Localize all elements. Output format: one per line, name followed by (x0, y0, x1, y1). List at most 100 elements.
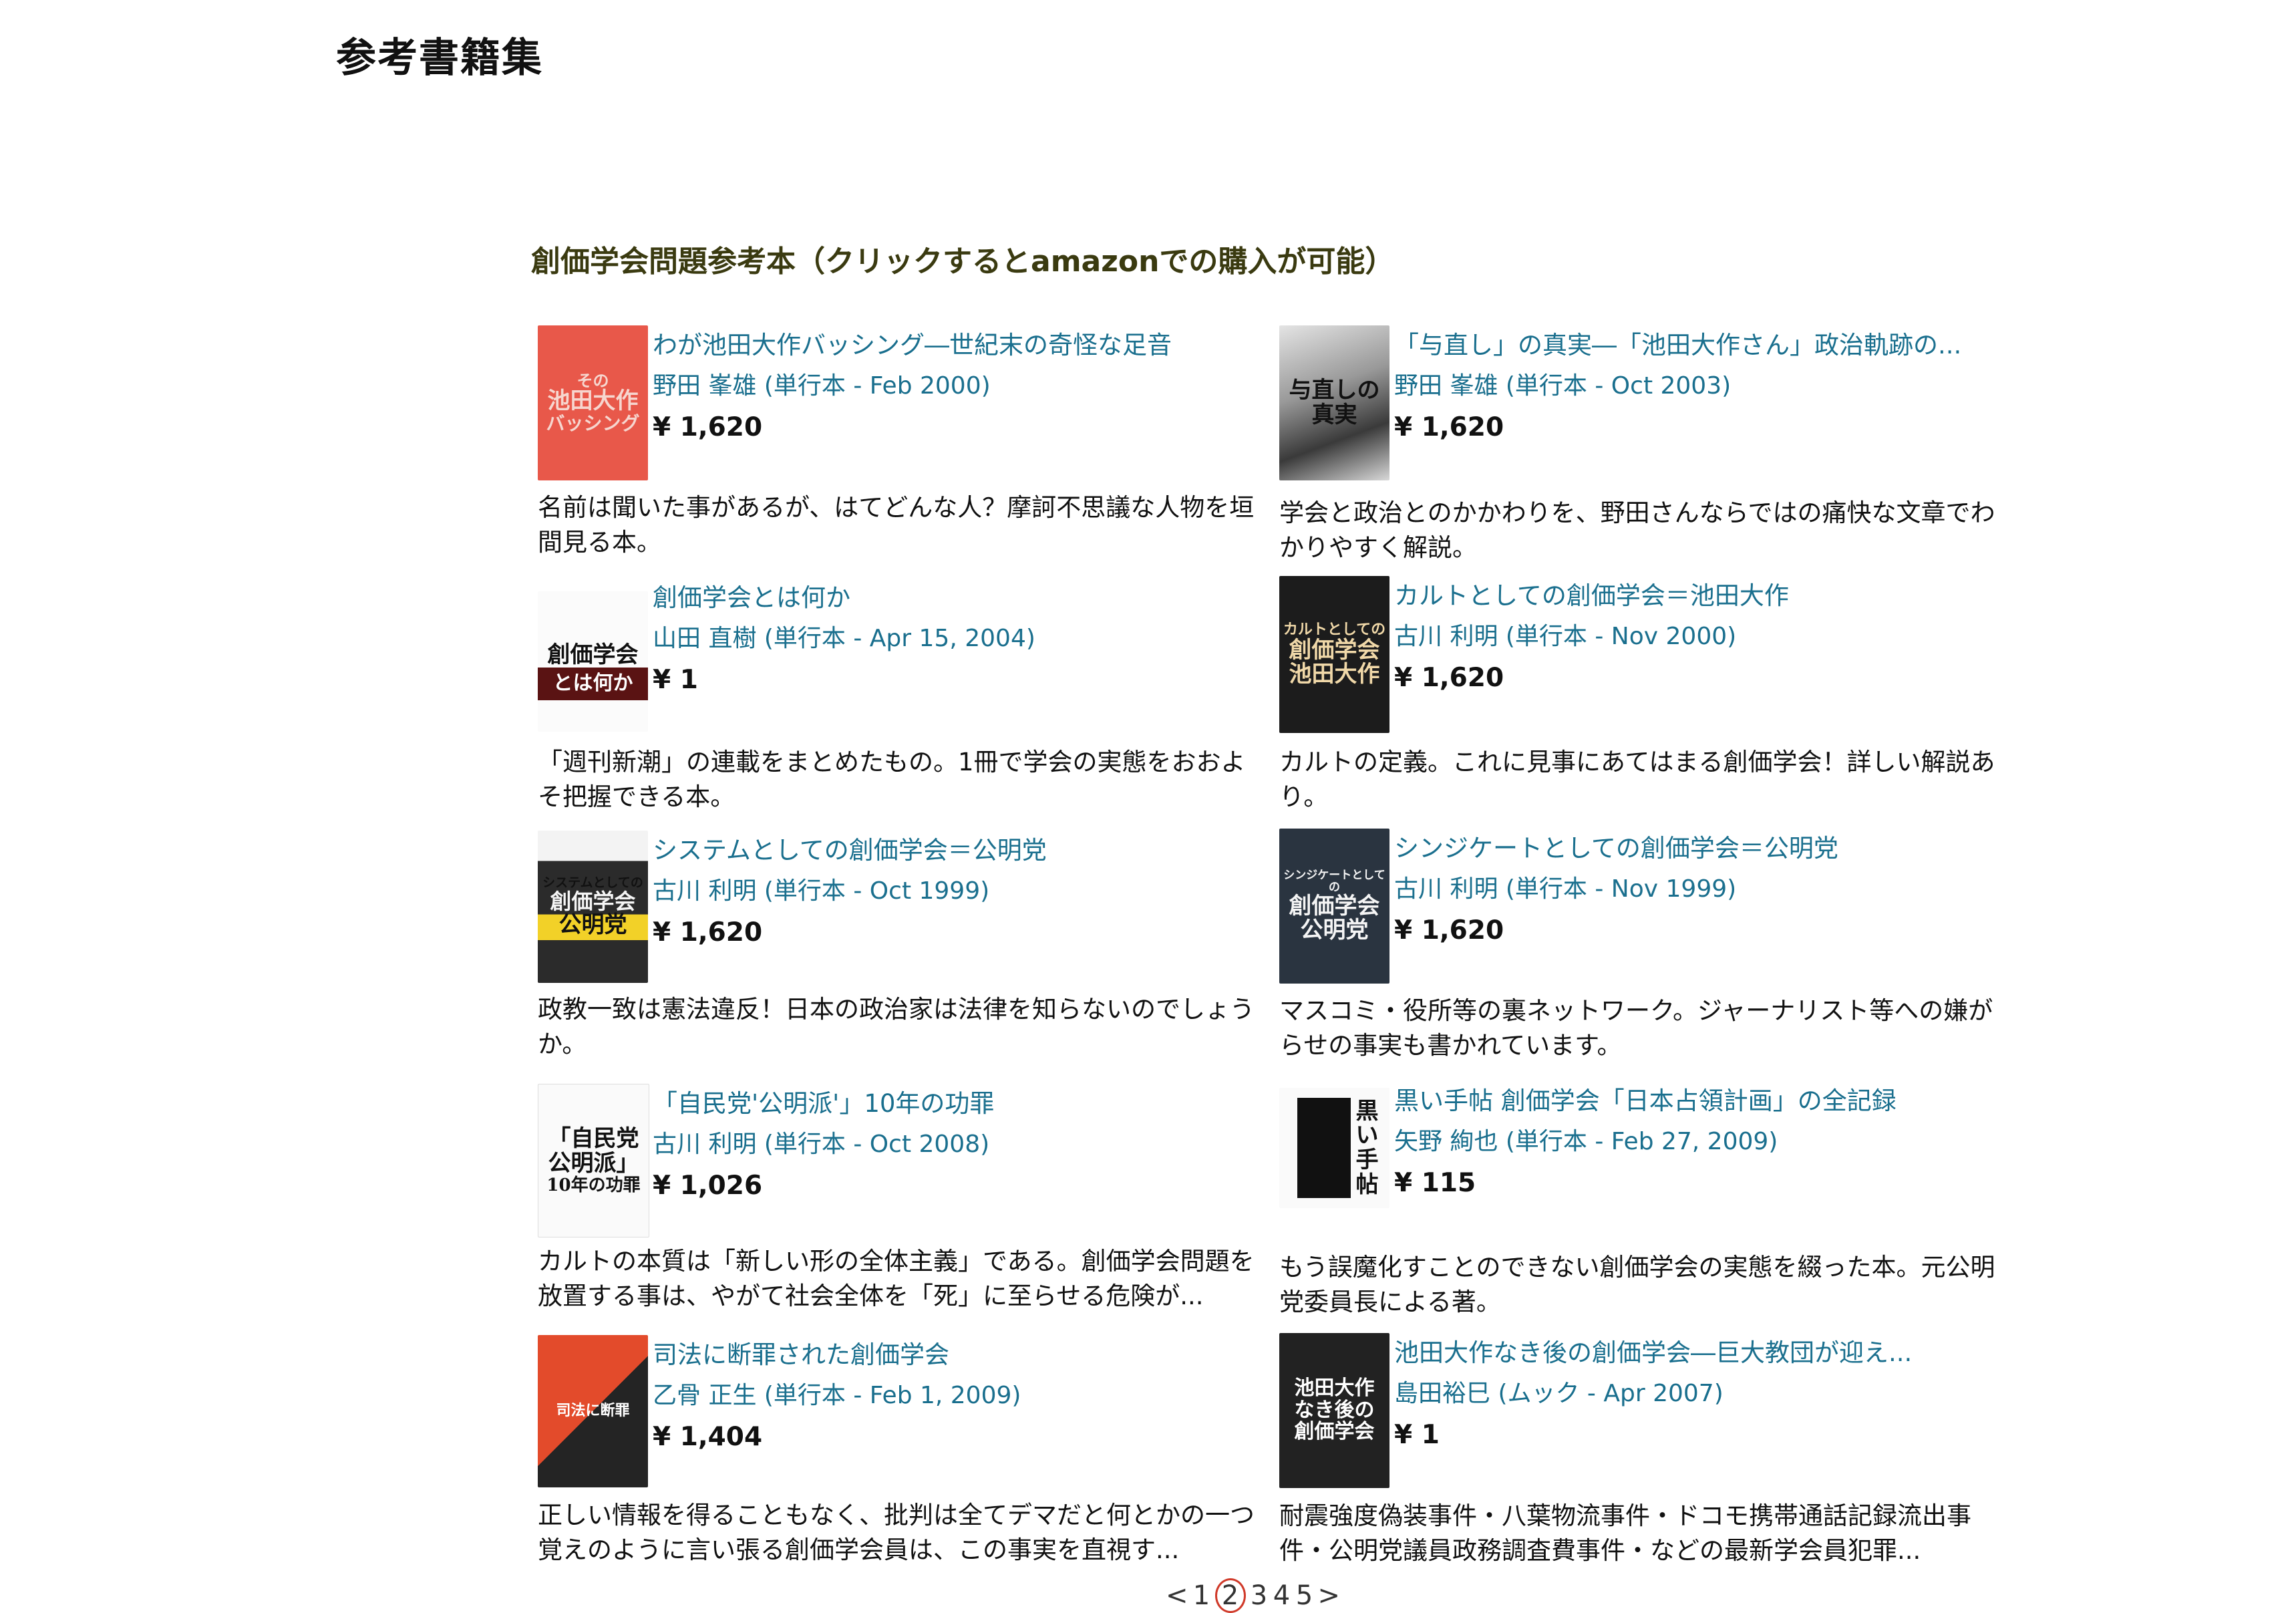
cover-text: なき後の (1294, 1398, 1375, 1422)
cover-text: カルトとしての (1283, 620, 1386, 638)
book-cover-image[interactable]: 創価学会 とは何か (538, 591, 648, 732)
book-entry: 黒 い 手 帖 黒い手帖 創価学会「日本占領計画」の全記録 矢野 絢也 (単行本… (1279, 1081, 2001, 1328)
book-entry: 司 法 に 断 罪 司法に断罪された創価学会 乙骨 正生 (単行本 - Feb … (538, 1335, 1259, 1582)
book-price: ¥ 1 (1394, 1420, 1440, 1450)
book-price: ¥ 1,620 (653, 412, 763, 442)
pagination-next[interactable]: > (1318, 1580, 1341, 1611)
book-description: マスコミ・役所等の裏ネットワーク。ジャーナリスト等への嫌がらせの事実も書かれてい… (1279, 996, 1993, 1060)
cover-text: 手 (1355, 1147, 1379, 1173)
book-title-link[interactable]: カルトとしての創価学会＝池田大作 (1394, 576, 1995, 616)
cover-text: 創価学会 (547, 641, 639, 669)
book-title-link[interactable]: シンジケートとしての創価学会＝公明党 (1394, 829, 1995, 869)
book-author-meta[interactable]: 古川 利明 (単行本 - Nov 1999) (1394, 869, 1995, 910)
cover-text: 創価学会 (1289, 636, 1380, 664)
book-description: 耐震強度偽装事件・八葉物流事件・ドコモ携帯通話記録流出事件・公明党議員政務調査費… (1279, 1501, 1971, 1565)
book-entry: 「自民党 公明派」 10年の功罪 「自民党'公明派'」10年の功罪 古川 利明 … (538, 1084, 1259, 1331)
pagination-page-5[interactable]: 5 (1295, 1580, 1314, 1611)
cover-text: 真実 (1311, 402, 1357, 428)
book-cover-image[interactable]: 司 法 に 断 罪 (538, 1335, 648, 1487)
book-price: ¥ 1,620 (1394, 663, 1504, 693)
book-description: 学会と政治とのかかわりを、野田さんならではの痛快な文章でわかりやすく解説。 (1279, 498, 1995, 562)
cover-text: 池田大作 (547, 388, 639, 415)
pagination-page-current[interactable]: 2 (1214, 1578, 1246, 1613)
cover-text: 司 (556, 1402, 571, 1420)
pagination-prev[interactable]: < (1166, 1580, 1188, 1611)
book-description: 名前は聞いた事があるが、はてどんな人？摩訶不思議な人物を垣間見る本。 (538, 493, 1255, 557)
book-entry: 与直しの 真実 「与直し」の真実―「池田大作さん」政治軌跡の... 野田 峯雄 … (1279, 325, 2001, 573)
book-price: ¥ 1 (653, 665, 698, 695)
cover-text: 黒 (1355, 1097, 1379, 1125)
book-description: カルトの定義。これに見事にあてはまる創価学会！詳しい解説あり。 (1279, 748, 1995, 811)
section-heading: 創価学会問題参考本（クリックするとamazonでの購入が可能） (531, 245, 1395, 279)
cover-text: 池田大作 (1294, 1376, 1375, 1401)
cover-text: に (585, 1402, 601, 1420)
cover-text: バッシング (546, 412, 640, 435)
cover-text: 池田大作 (1289, 661, 1380, 688)
cover-text: 創価学会 (1294, 1420, 1375, 1444)
book-author-meta[interactable]: 乙骨 正生 (単行本 - Feb 1, 2009) (653, 1375, 1254, 1417)
book-price: ¥ 1,620 (653, 917, 763, 947)
cover-title: 黒 い 手 帖 (1355, 1097, 1379, 1198)
cover-text: 罪 (615, 1402, 630, 1420)
pagination-page-1[interactable]: 1 (1192, 1580, 1211, 1611)
book-cover-image[interactable]: 与直しの 真実 (1279, 325, 1389, 480)
book-cover-image[interactable]: 黒 い 手 帖 (1279, 1088, 1389, 1208)
cover-text: その (577, 370, 609, 390)
book-price: ¥ 1,620 (1394, 412, 1504, 442)
book-title-link[interactable]: 創価学会とは何か (653, 578, 1254, 618)
cover-text: 断 (600, 1402, 615, 1420)
book-title-link[interactable]: わが池田大作バッシング―世紀末の奇怪な足音 (653, 325, 1254, 365)
book-title-link[interactable]: 池田大作なき後の創価学会―巨大教団が迎え... (1394, 1333, 1995, 1373)
cover-art (1297, 1098, 1351, 1198)
book-entry: システムとしての 創価学会 公明党 システムとしての創価学会＝公明党 古川 利明… (538, 831, 1259, 1078)
cover-text: い (1355, 1122, 1379, 1149)
cover-text: 帖 (1355, 1171, 1379, 1198)
book-author-meta[interactable]: 古川 利明 (単行本 - Oct 1999) (653, 871, 1254, 912)
pagination: < 1 2 3 4 5 > (1166, 1578, 1340, 1613)
book-cover-image[interactable]: シンジケートとしての 創価学会 公明党 (1279, 829, 1389, 984)
book-entry: カルトとしての 創価学会 池田大作 カルトとしての創価学会＝池田大作 古川 利明… (1279, 576, 2001, 823)
book-cover-image[interactable]: その 池田大作 バッシング (538, 325, 648, 480)
book-entry: シンジケートとしての 創価学会 公明党 シンジケートとしての創価学会＝公明党 古… (1279, 829, 2001, 1076)
book-title-link[interactable]: システムとしての創価学会＝公明党 (653, 831, 1254, 871)
book-price: ¥ 1,404 (653, 1422, 763, 1452)
book-entry: その 池田大作 バッシング わが池田大作バッシング―世紀末の奇怪な足音 野田 峯… (538, 325, 1259, 573)
pagination-page-3[interactable]: 3 (1250, 1580, 1269, 1611)
book-price: ¥ 1,026 (653, 1171, 763, 1201)
book-author-meta[interactable]: 古川 利明 (単行本 - Oct 2008) (653, 1124, 1254, 1165)
book-author-meta[interactable]: 矢野 絢也 (単行本 - Feb 27, 2009) (1394, 1121, 1995, 1163)
book-cover-image[interactable]: システムとしての 創価学会 公明党 (538, 831, 648, 983)
book-price: ¥ 115 (1394, 1168, 1476, 1198)
book-description: 「週刊新潮」の連載をまとめたもの。1冊で学会の実態をおおよそ把握できる本。 (538, 748, 1246, 811)
cover-text: とは何か (538, 668, 648, 700)
book-description: 政教一致は憲法違反！日本の政治家は法律を知らないのでしょうか。 (538, 995, 1255, 1058)
book-description: カルトの本質は「新しい形の全体主義」である。創価学会問題を放置する事は、やがて社… (538, 1247, 1255, 1310)
book-price: ¥ 1,620 (1394, 915, 1504, 945)
cover-text: 与直しの (1289, 377, 1380, 404)
book-author-meta[interactable]: 山田 直樹 (単行本 - Apr 15, 2004) (653, 618, 1254, 659)
book-author-meta[interactable]: 野田 峯雄 (単行本 - Oct 2003) (1394, 365, 1995, 407)
cover-text: 創価学会 (1289, 892, 1380, 919)
page-title: 参考書籍集 (336, 35, 543, 82)
cover-text: 10年の功罪 (546, 1175, 641, 1195)
book-title-link[interactable]: 「与直し」の真実―「池田大作さん」政治軌跡の... (1394, 325, 1995, 365)
book-description: もう誤魔化すことのできない創価学会の実態を綴った本。元公明党委員長による著。 (1279, 1253, 1995, 1316)
book-cover-image[interactable]: 「自民党 公明派」 10年の功罪 (538, 1084, 649, 1237)
book-cover-image[interactable]: 池田大作 なき後の 創価学会 (1279, 1333, 1389, 1488)
book-cover-image[interactable]: カルトとしての 創価学会 池田大作 (1279, 576, 1389, 733)
cover-text: 法 (570, 1402, 586, 1420)
cover-text: 創価学会 (550, 888, 636, 914)
book-author-meta[interactable]: 野田 峯雄 (単行本 - Feb 2000) (653, 365, 1254, 407)
cover-text: 公明党 (1300, 917, 1369, 944)
cover-text: 公明党 (558, 911, 627, 939)
book-description: 正しい情報を得ることもなく、批判は全てデマだと何とかの一つ覚えのように言い張る創… (538, 1501, 1255, 1564)
cover-text: 公明派」 (548, 1149, 639, 1177)
book-title-link[interactable]: 「自民党'公明派'」10年の功罪 (653, 1084, 1254, 1124)
book-author-meta[interactable]: 島田裕巳 (ムック - Apr 2007) (1394, 1373, 1995, 1415)
cover-text: 「自民党 (548, 1125, 639, 1153)
book-entry: 池田大作 なき後の 創価学会 池田大作なき後の創価学会―巨大教団が迎え... 島… (1279, 1333, 2001, 1580)
book-title-link[interactable]: 司法に断罪された創価学会 (653, 1335, 1254, 1375)
book-title-link[interactable]: 黒い手帖 創価学会「日本占領計画」の全記録 (1394, 1081, 1995, 1121)
book-author-meta[interactable]: 古川 利明 (単行本 - Nov 2000) (1394, 616, 1995, 657)
pagination-page-4[interactable]: 4 (1273, 1580, 1291, 1611)
